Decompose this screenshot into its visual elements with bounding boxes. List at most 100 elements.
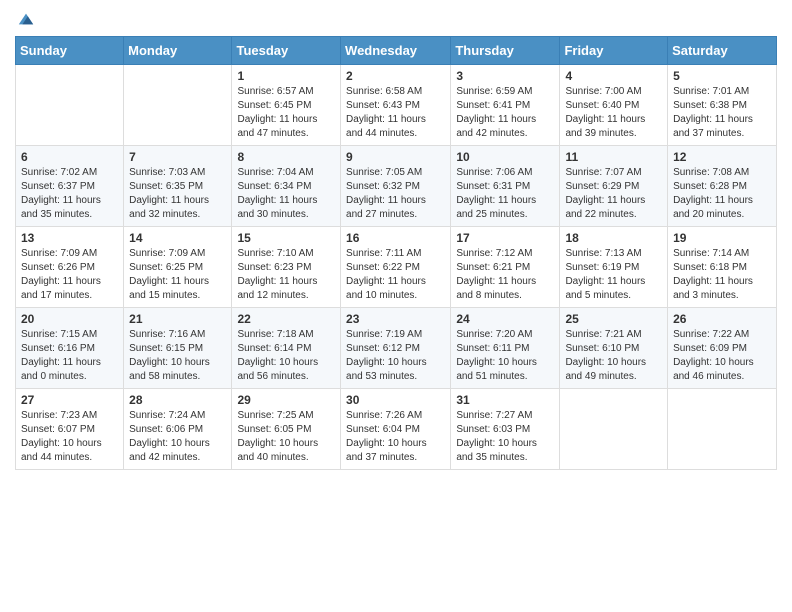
day-number: 15: [237, 231, 335, 245]
calendar-cell: 7 Sunrise: 7:03 AM Sunset: 6:35 PM Daylig…: [124, 146, 232, 227]
calendar-cell: 3Sunrise: 6:59 AM Sunset: 6:41 PM Daylig…: [451, 65, 560, 146]
calendar-cell: 10 Sunrise: 7:06 AM Sunset: 6:31 PM Dayli…: [451, 146, 560, 227]
day-info: Sunrise: 7:10 AM Sunset: 6:23 PM Dayligh…: [237, 247, 335, 303]
calendar-cell: 18Sunrise: 7:13 AM Sunset: 6:19 PM Dayli…: [560, 227, 668, 308]
day-number: 13: [21, 231, 118, 245]
day-number: 18: [565, 231, 662, 245]
day-number: 20: [21, 312, 118, 326]
calendar-weekday-saturday: Saturday: [668, 37, 777, 65]
calendar-cell: 22 Sunrise: 7:18 AM Sunset: 6:14 PM Dayli…: [232, 308, 341, 389]
logo: [15, 10, 35, 28]
day-info: Sunrise: 7:21 AM Sunset: 6:10 PM Dayligh…: [565, 328, 662, 384]
calendar-weekday-tuesday: Tuesday: [232, 37, 341, 65]
day-info: Sunrise: 7:11 AM Sunset: 6:22 PM Dayligh…: [346, 247, 445, 303]
day-info: Sunrise: 7:15 AM Sunset: 6:16 PM Dayligh…: [21, 328, 118, 384]
day-info: Sunrise: 7:14 AM Sunset: 6:18 PM Dayligh…: [673, 247, 771, 303]
calendar-cell: 14 Sunrise: 7:09 AM Sunset: 6:25 PM Dayli…: [124, 227, 232, 308]
day-number: 4: [565, 69, 662, 83]
day-info: Sunrise: 7:05 AM Sunset: 6:32 PM Dayligh…: [346, 166, 445, 222]
day-info: Sunrise: 7:18 AM Sunset: 6:14 PM Dayligh…: [237, 328, 335, 384]
calendar-cell: 5Sunrise: 7:01 AM Sunset: 6:38 PM Daylig…: [668, 65, 777, 146]
day-number: 9: [346, 150, 445, 164]
day-info: Sunrise: 7:24 AM Sunset: 6:06 PM Dayligh…: [129, 409, 226, 465]
day-number: 11: [565, 150, 662, 164]
logo-icon: [17, 10, 35, 28]
day-info: Sunrise: 7:04 AM Sunset: 6:34 PM Dayligh…: [237, 166, 335, 222]
calendar-cell: 28 Sunrise: 7:24 AM Sunset: 6:06 PM Dayli…: [124, 389, 232, 470]
calendar-cell: 20 Sunrise: 7:15 AM Sunset: 6:16 PM Dayli…: [16, 308, 124, 389]
day-number: 10: [456, 150, 554, 164]
page-header: [15, 10, 777, 28]
day-number: 16: [346, 231, 445, 245]
day-info: Sunrise: 7:07 AM Sunset: 6:29 PM Dayligh…: [565, 166, 662, 222]
calendar-cell: 25 Sunrise: 7:21 AM Sunset: 6:10 PM Dayli…: [560, 308, 668, 389]
day-info: Sunrise: 7:03 AM Sunset: 6:35 PM Dayligh…: [129, 166, 226, 222]
day-info: Sunrise: 7:01 AM Sunset: 6:38 PM Dayligh…: [673, 85, 771, 141]
calendar-week-row: 27Sunrise: 7:23 AM Sunset: 6:07 PM Dayli…: [16, 389, 777, 470]
calendar-cell: [16, 65, 124, 146]
calendar-cell: 21Sunrise: 7:16 AM Sunset: 6:15 PM Dayli…: [124, 308, 232, 389]
day-info: Sunrise: 6:59 AM Sunset: 6:41 PM Dayligh…: [456, 85, 554, 141]
calendar-weekday-wednesday: Wednesday: [341, 37, 451, 65]
calendar-cell: [560, 389, 668, 470]
day-number: 17: [456, 231, 554, 245]
day-number: 24: [456, 312, 554, 326]
calendar-cell: 12 Sunrise: 7:08 AM Sunset: 6:28 PM Dayli…: [668, 146, 777, 227]
calendar-cell: 9 Sunrise: 7:05 AM Sunset: 6:32 PM Daylig…: [341, 146, 451, 227]
calendar-cell: 1 Sunrise: 6:57 AM Sunset: 6:45 PM Daylig…: [232, 65, 341, 146]
day-number: 28: [129, 393, 226, 407]
day-number: 12: [673, 150, 771, 164]
day-info: Sunrise: 7:27 AM Sunset: 6:03 PM Dayligh…: [456, 409, 554, 465]
calendar-weekday-thursday: Thursday: [451, 37, 560, 65]
day-number: 14: [129, 231, 226, 245]
day-number: 23: [346, 312, 445, 326]
calendar-cell: 23 Sunrise: 7:19 AM Sunset: 6:12 PM Dayli…: [341, 308, 451, 389]
day-info: Sunrise: 7:20 AM Sunset: 6:11 PM Dayligh…: [456, 328, 554, 384]
day-info: Sunrise: 7:22 AM Sunset: 6:09 PM Dayligh…: [673, 328, 771, 384]
calendar-cell: 19 Sunrise: 7:14 AM Sunset: 6:18 PM Dayli…: [668, 227, 777, 308]
calendar-week-row: 6Sunrise: 7:02 AM Sunset: 6:37 PM Daylig…: [16, 146, 777, 227]
calendar-cell: 16 Sunrise: 7:11 AM Sunset: 6:22 PM Dayli…: [341, 227, 451, 308]
calendar-cell: 13 Sunrise: 7:09 AM Sunset: 6:26 PM Dayli…: [16, 227, 124, 308]
calendar-weekday-friday: Friday: [560, 37, 668, 65]
calendar-cell: 30 Sunrise: 7:26 AM Sunset: 6:04 PM Dayli…: [341, 389, 451, 470]
day-number: 29: [237, 393, 335, 407]
day-info: Sunrise: 7:12 AM Sunset: 6:21 PM Dayligh…: [456, 247, 554, 303]
calendar-table: SundayMondayTuesdayWednesdayThursdayFrid…: [15, 36, 777, 470]
day-number: 30: [346, 393, 445, 407]
calendar-week-row: 13 Sunrise: 7:09 AM Sunset: 6:26 PM Dayli…: [16, 227, 777, 308]
calendar-cell: 29 Sunrise: 7:25 AM Sunset: 6:05 PM Dayli…: [232, 389, 341, 470]
day-number: 8: [237, 150, 335, 164]
day-number: 27: [21, 393, 118, 407]
day-number: 1: [237, 69, 335, 83]
day-number: 7: [129, 150, 226, 164]
calendar-cell: [124, 65, 232, 146]
day-info: Sunrise: 7:00 AM Sunset: 6:40 PM Dayligh…: [565, 85, 662, 141]
day-number: 6: [21, 150, 118, 164]
day-number: 22: [237, 312, 335, 326]
day-number: 25: [565, 312, 662, 326]
day-info: Sunrise: 6:58 AM Sunset: 6:43 PM Dayligh…: [346, 85, 445, 141]
calendar-cell: 11 Sunrise: 7:07 AM Sunset: 6:29 PM Dayli…: [560, 146, 668, 227]
calendar-cell: 27Sunrise: 7:23 AM Sunset: 6:07 PM Dayli…: [16, 389, 124, 470]
calendar-cell: 8 Sunrise: 7:04 AM Sunset: 6:34 PM Daylig…: [232, 146, 341, 227]
day-info: Sunrise: 7:06 AM Sunset: 6:31 PM Dayligh…: [456, 166, 554, 222]
day-info: Sunrise: 7:26 AM Sunset: 6:04 PM Dayligh…: [346, 409, 445, 465]
day-number: 2: [346, 69, 445, 83]
day-info: Sunrise: 6:57 AM Sunset: 6:45 PM Dayligh…: [237, 85, 335, 141]
calendar-cell: 2 Sunrise: 6:58 AM Sunset: 6:43 PM Daylig…: [341, 65, 451, 146]
day-info: Sunrise: 7:19 AM Sunset: 6:12 PM Dayligh…: [346, 328, 445, 384]
calendar-cell: 4 Sunrise: 7:00 AM Sunset: 6:40 PM Daylig…: [560, 65, 668, 146]
calendar-cell: 26Sunrise: 7:22 AM Sunset: 6:09 PM Dayli…: [668, 308, 777, 389]
day-info: Sunrise: 7:25 AM Sunset: 6:05 PM Dayligh…: [237, 409, 335, 465]
day-info: Sunrise: 7:09 AM Sunset: 6:26 PM Dayligh…: [21, 247, 118, 303]
calendar-cell: 24 Sunrise: 7:20 AM Sunset: 6:11 PM Dayli…: [451, 308, 560, 389]
day-info: Sunrise: 7:16 AM Sunset: 6:15 PM Dayligh…: [129, 328, 226, 384]
calendar-week-row: 20 Sunrise: 7:15 AM Sunset: 6:16 PM Dayli…: [16, 308, 777, 389]
calendar-week-row: 1 Sunrise: 6:57 AM Sunset: 6:45 PM Daylig…: [16, 65, 777, 146]
day-info: Sunrise: 7:08 AM Sunset: 6:28 PM Dayligh…: [673, 166, 771, 222]
day-number: 19: [673, 231, 771, 245]
calendar-cell: 6Sunrise: 7:02 AM Sunset: 6:37 PM Daylig…: [16, 146, 124, 227]
calendar-cell: [668, 389, 777, 470]
day-info: Sunrise: 7:09 AM Sunset: 6:25 PM Dayligh…: [129, 247, 226, 303]
